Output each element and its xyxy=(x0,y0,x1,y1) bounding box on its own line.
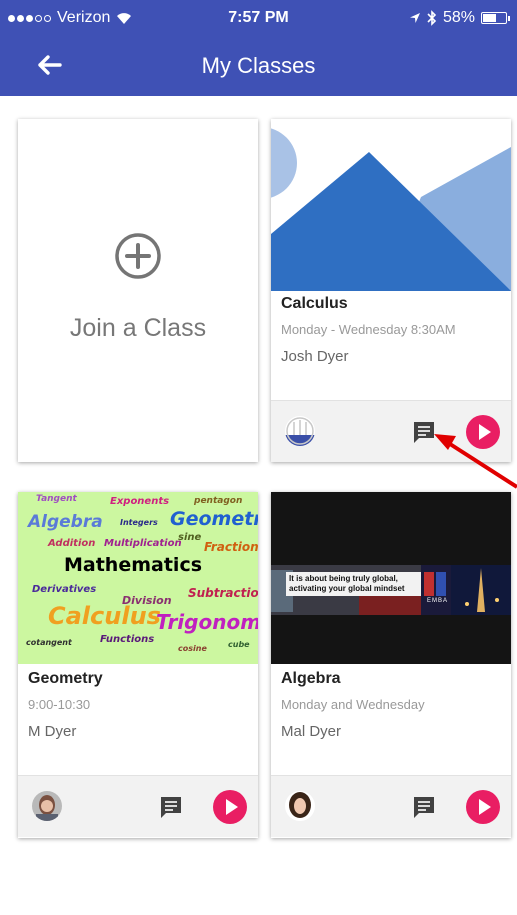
status-bar: Verizon 7:57 PM 58% xyxy=(0,0,517,34)
cover-word: Multiplication xyxy=(104,538,182,549)
cover-word: Algebra xyxy=(28,512,103,532)
class-title: Geometry xyxy=(28,670,103,687)
class-title: Calculus xyxy=(281,295,348,312)
join-class-card[interactable]: Join a Class xyxy=(18,119,258,462)
class-card-footer xyxy=(271,775,511,837)
cover-word: Integers xyxy=(120,518,158,527)
class-cover-image xyxy=(271,119,511,291)
class-card-algebra[interactable]: It is about being truly global, activati… xyxy=(271,492,511,838)
cover-badge: EMBA xyxy=(427,598,449,604)
cover-word: Trigonometry xyxy=(156,610,258,634)
class-title: Algebra xyxy=(281,670,341,687)
class-card-calculus[interactable]: Calculus Monday - Wednesday 8:30AM Josh … xyxy=(271,119,511,462)
class-teacher: M Dyer xyxy=(28,723,77,740)
cover-word: Calculus xyxy=(48,602,161,630)
class-card-geometry[interactable]: Tangent Exponents pentagon Algebra Integ… xyxy=(18,492,258,838)
cover-word: Addition xyxy=(48,538,96,549)
page-title: My Classes xyxy=(201,53,316,78)
class-teacher: Josh Dyer xyxy=(281,348,349,365)
class-schedule: Monday and Wednesday xyxy=(281,697,425,712)
plus-circle-icon xyxy=(115,233,161,279)
cover-word: pentagon xyxy=(194,496,243,506)
message-icon[interactable] xyxy=(411,794,437,820)
cover-slogan: It is about being truly global, activati… xyxy=(286,572,421,596)
class-teacher: Mal Dyer xyxy=(281,723,342,740)
cover-word: cube xyxy=(228,640,250,649)
cover-word: sine xyxy=(178,532,202,543)
class-cover-image: It is about being truly global, activati… xyxy=(271,492,511,664)
battery-icon xyxy=(481,12,510,24)
class-schedule: 9:00-10:30 xyxy=(28,697,91,712)
class-schedule: Monday - Wednesday 8:30AM xyxy=(281,322,456,337)
cover-word: cosine xyxy=(178,644,207,653)
teacher-avatar[interactable] xyxy=(285,416,315,446)
class-card-footer xyxy=(271,400,511,462)
class-card-footer xyxy=(18,775,258,837)
message-icon[interactable] xyxy=(158,794,184,820)
cover-word: cotangent xyxy=(26,638,72,647)
join-class-label: Join a Class xyxy=(69,314,207,342)
play-icon[interactable] xyxy=(466,415,500,449)
cover-center-word: Mathematics xyxy=(64,554,203,576)
cover-word: Exponents xyxy=(110,496,170,507)
cover-word: Geometry xyxy=(170,508,258,530)
cover-word: Derivatives xyxy=(32,584,97,595)
class-cover-image: Tangent Exponents pentagon Algebra Integ… xyxy=(18,492,258,664)
cover-word: Fractions xyxy=(204,540,258,554)
cover-slogan-line: It is about being truly global, xyxy=(289,574,398,583)
message-icon[interactable] xyxy=(411,419,437,445)
bluetooth-icon xyxy=(427,10,437,26)
teacher-avatar[interactable] xyxy=(32,791,62,821)
cover-word: Tangent xyxy=(36,494,77,504)
battery-percent: 58% xyxy=(442,9,475,26)
play-icon[interactable] xyxy=(466,790,500,824)
cover-word: Subtraction xyxy=(188,586,258,600)
app-bar: My Classes xyxy=(0,34,517,96)
teacher-avatar[interactable] xyxy=(285,791,315,821)
cover-word: Functions xyxy=(100,634,155,645)
cover-slogan-line: activating your global mindset xyxy=(289,584,405,593)
play-icon[interactable] xyxy=(213,790,247,824)
status-right: 58% xyxy=(409,9,510,27)
location-icon xyxy=(409,13,420,23)
